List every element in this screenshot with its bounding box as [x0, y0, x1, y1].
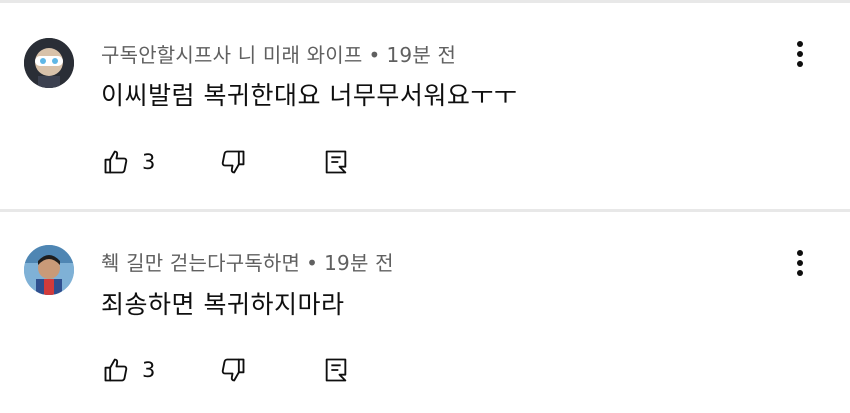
- reply-button[interactable]: [322, 350, 350, 390]
- more-vert-icon[interactable]: [788, 40, 812, 70]
- comment-text: 이씨발럼 복귀한대요 너무무서워요ㅜㅜ: [101, 81, 518, 110]
- comment-text: 죄송하면 복귀하지마라: [101, 290, 345, 319]
- comment-time[interactable]: 19분 전: [386, 43, 456, 67]
- like-button[interactable]: 3: [102, 142, 155, 182]
- more-vert-icon[interactable]: [788, 249, 812, 279]
- dislike-button[interactable]: [219, 142, 247, 182]
- like-button[interactable]: 3: [102, 350, 155, 390]
- meta-separator: •: [368, 43, 381, 67]
- dislike-button[interactable]: [219, 350, 247, 390]
- like-count: 3: [142, 358, 156, 382]
- reply-button[interactable]: [322, 142, 350, 182]
- comment-item: 구독안할시프사 니 미래 와이프 • 19분 전 이씨발럼 복귀한대요 너무무서워요…: [0, 0, 850, 210]
- thumbs-down-icon: [219, 148, 247, 176]
- reply-icon: [322, 148, 350, 176]
- author-name[interactable]: 췍 길만 걷는다구독하면: [101, 251, 300, 275]
- comment-meta: 췍 길만 걷는다구독하면 • 19분 전: [101, 247, 394, 276]
- thumbs-down-icon: [219, 356, 247, 384]
- meta-separator: •: [306, 251, 319, 275]
- like-count: 3: [142, 150, 156, 174]
- comment-item: 췍 길만 걷는다구독하면 • 19분 전 죄송하면 복귀하지마라 3: [0, 212, 850, 413]
- comment-actions: 3: [0, 142, 850, 182]
- avatar[interactable]: [24, 245, 74, 295]
- comment-actions: 3: [0, 350, 850, 390]
- thumbs-up-icon: [102, 356, 130, 384]
- comment-time[interactable]: 19분 전: [324, 251, 394, 275]
- thumbs-up-icon: [102, 148, 130, 176]
- reply-icon: [322, 356, 350, 384]
- avatar[interactable]: [24, 38, 74, 88]
- comment-meta: 구독안할시프사 니 미래 와이프 • 19분 전: [101, 39, 456, 68]
- author-name[interactable]: 구독안할시프사 니 미래 와이프: [101, 43, 362, 67]
